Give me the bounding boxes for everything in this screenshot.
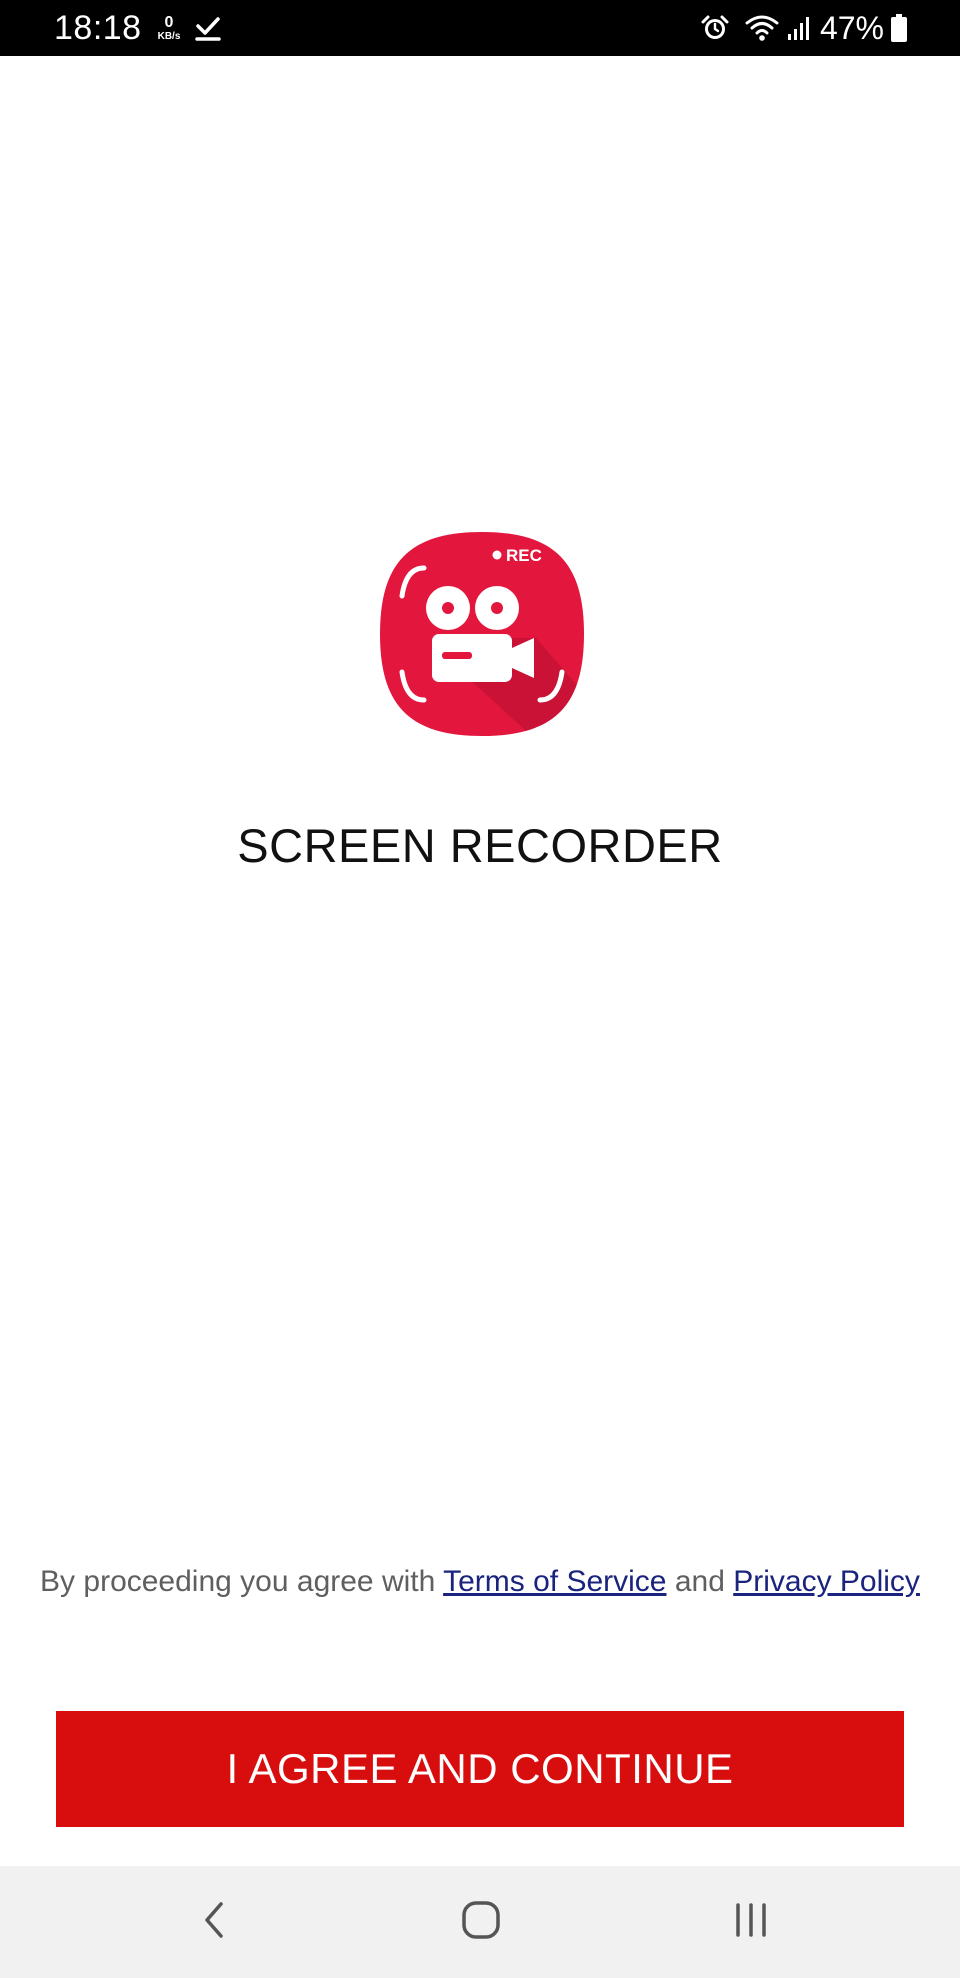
consent-text: By proceeding you agree with Terms of Se… bbox=[40, 1563, 920, 1601]
agree-and-continue-button[interactable]: I AGREE AND CONTINUE bbox=[56, 1711, 904, 1827]
recents-icon bbox=[729, 1898, 773, 1947]
status-bar: 18:18 0 KB/s 47% bbox=[0, 0, 960, 56]
alarm-icon bbox=[700, 13, 730, 43]
back-icon bbox=[199, 1898, 229, 1947]
back-button[interactable] bbox=[174, 1886, 254, 1958]
battery-icon bbox=[890, 13, 908, 43]
status-time: 18:18 bbox=[54, 8, 142, 47]
privacy-policy-link[interactable]: Privacy Policy bbox=[733, 1565, 920, 1598]
terms-of-service-link[interactable]: Terms of Service bbox=[443, 1565, 666, 1598]
consent-prefix: By proceeding you agree with bbox=[40, 1565, 444, 1598]
recents-button[interactable] bbox=[711, 1886, 791, 1958]
download-done-icon bbox=[194, 14, 222, 42]
home-button[interactable] bbox=[441, 1886, 521, 1958]
wifi-icon bbox=[744, 13, 780, 43]
network-speed-unit: KB/s bbox=[157, 30, 181, 42]
app-title: SCREEN RECORDER bbox=[237, 819, 723, 872]
rec-badge: REC bbox=[506, 546, 542, 565]
navigation-bar bbox=[0, 1866, 960, 1978]
status-right: 47% bbox=[700, 0, 908, 56]
signal-icon bbox=[786, 14, 812, 42]
network-speed-indicator: 0 KB/s bbox=[157, 13, 181, 42]
network-speed-value: 0 bbox=[164, 13, 174, 31]
app-icon: REC bbox=[376, 528, 588, 740]
consent-conjunction: and bbox=[666, 1565, 734, 1598]
status-left: 18:18 0 KB/s bbox=[54, 0, 222, 56]
battery-percent: 47% bbox=[819, 9, 884, 46]
home-icon bbox=[459, 1898, 503, 1947]
